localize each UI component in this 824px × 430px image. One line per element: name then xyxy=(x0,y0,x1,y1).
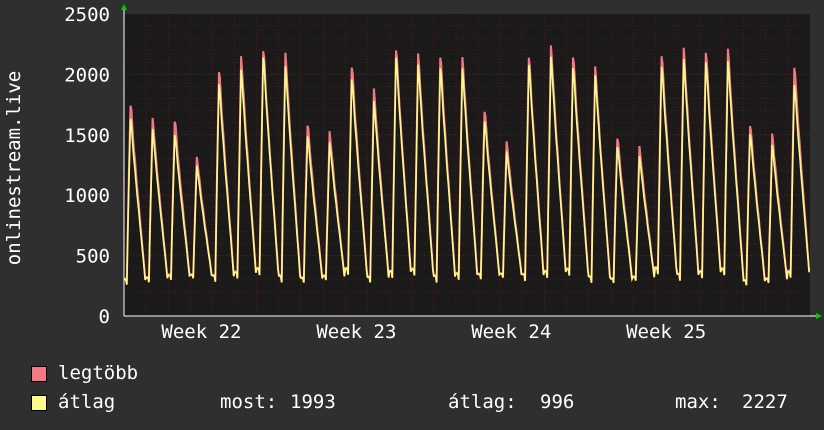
usage-chart: 0 500 1000 1500 2000 2500 Week 22 Week 23 Week 2… xyxy=(3,4,822,343)
y-tick-label: 2500 xyxy=(64,4,110,26)
y-tick-label: 0 xyxy=(99,306,110,328)
y-tick-label: 500 xyxy=(76,246,110,268)
x-axis-arrow xyxy=(816,313,822,319)
x-tick-label: Week 25 xyxy=(626,321,706,343)
y-tick-label: 2000 xyxy=(64,64,110,86)
x-tick-label: Week 22 xyxy=(161,321,241,343)
x-tick-label: Week 24 xyxy=(471,321,551,343)
y-axis-label: onlinestream.live xyxy=(3,71,25,265)
y-tick-label: 1000 xyxy=(64,185,110,207)
y-tick-label: 1500 xyxy=(64,125,110,147)
y-axis-arrow xyxy=(121,4,127,10)
x-tick-label: Week 23 xyxy=(316,321,396,343)
